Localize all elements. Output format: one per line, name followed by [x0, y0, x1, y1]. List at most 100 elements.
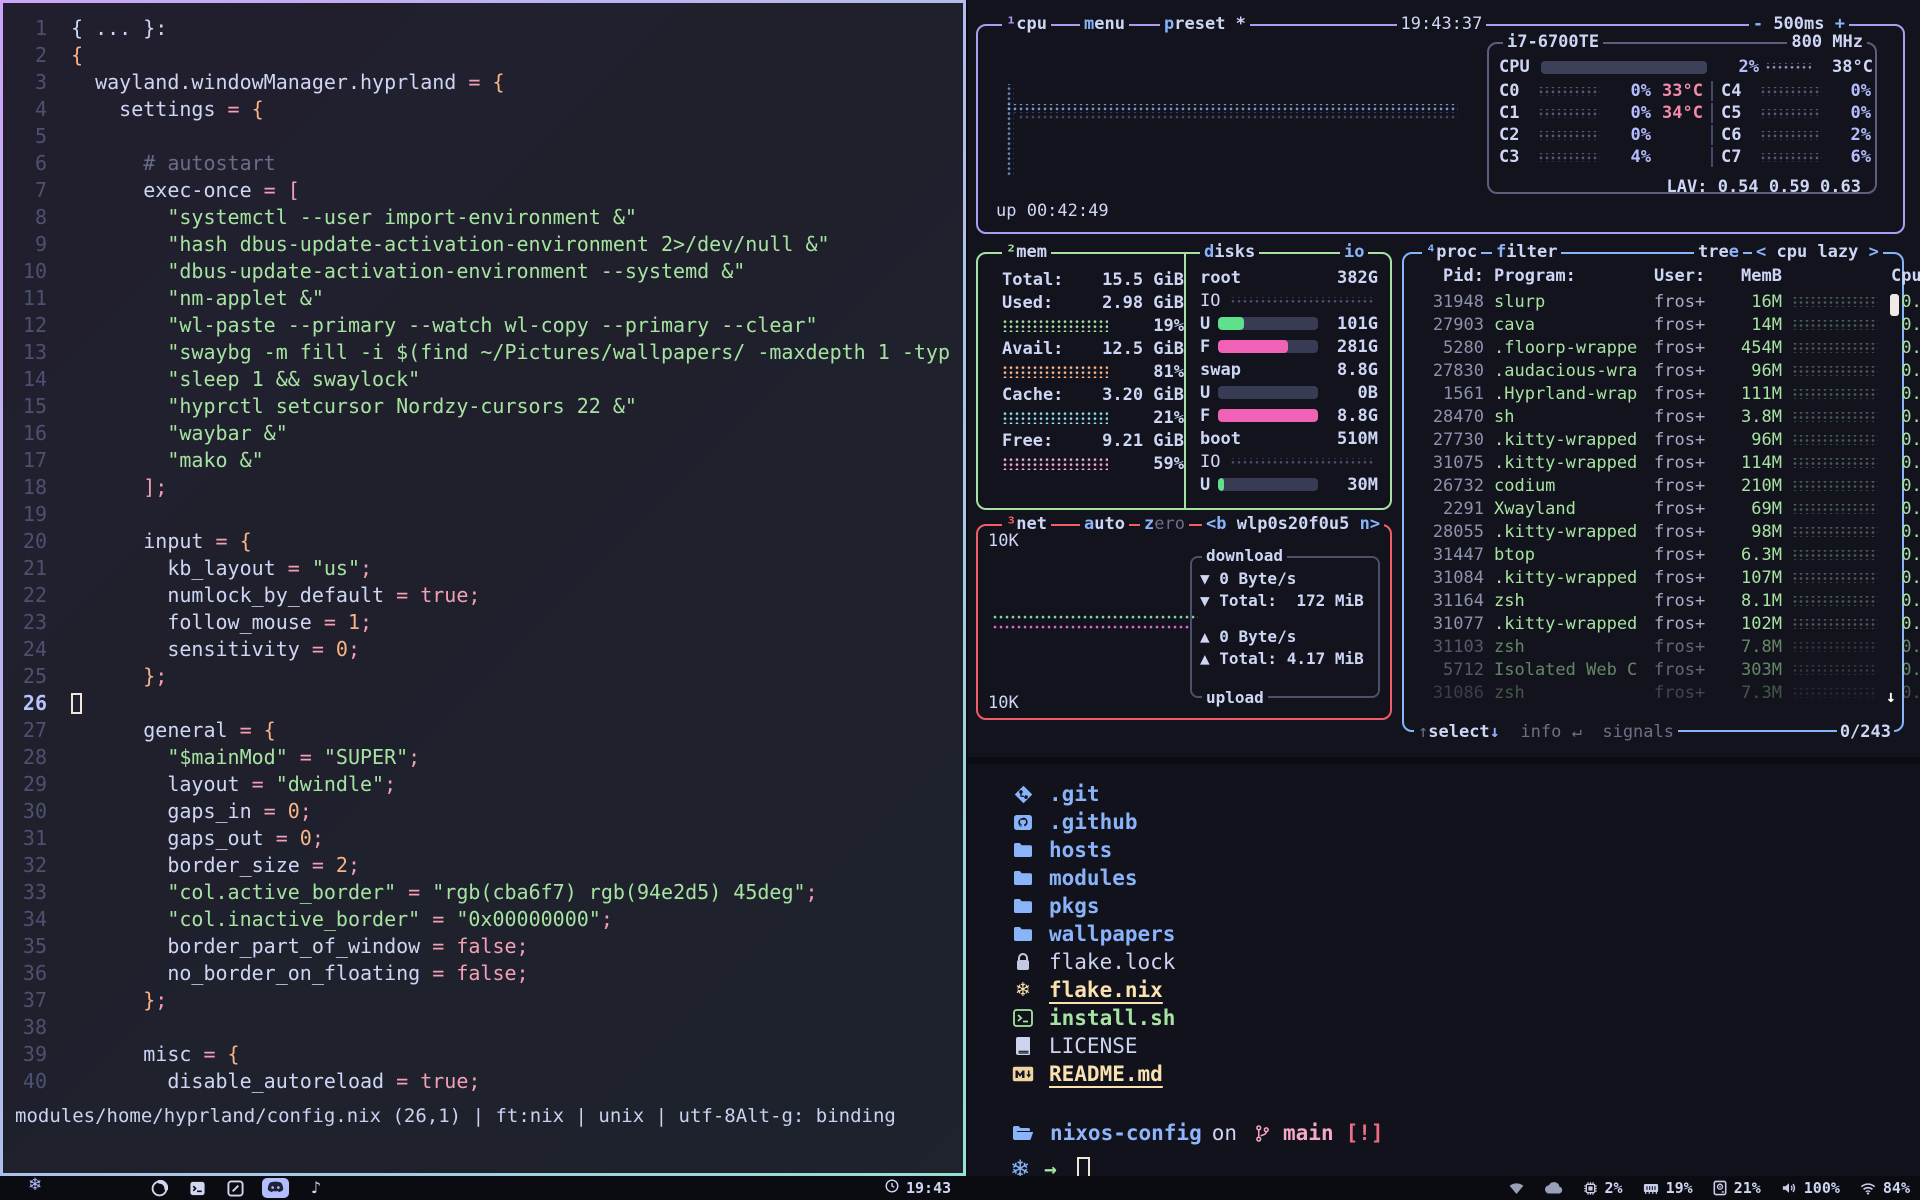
file-item[interactable]: modules	[1010, 864, 1920, 892]
code-line[interactable]: 4 settings = {	[3, 96, 963, 123]
code-line[interactable]: 16 "waybar &"	[3, 420, 963, 447]
code-line[interactable]: 13 "swaybg -m fill -i $(find ~/Pictures/…	[3, 339, 963, 366]
file-item[interactable]: install.sh	[1010, 1004, 1920, 1032]
net-auto-toggle[interactable]: auto	[1080, 513, 1129, 535]
taskbar-music-player-button[interactable]: ♪	[305, 1178, 327, 1198]
taskbar-terminal-button[interactable]	[186, 1178, 208, 1198]
code-line[interactable]: 5	[3, 123, 963, 150]
file-item[interactable]: pkgs	[1010, 892, 1920, 920]
proc-select-button[interactable]: select	[1428, 721, 1489, 743]
terminal-window[interactable]: .git .github hosts modules pkgs wallpape…	[968, 764, 1920, 1176]
process-row[interactable]: 1561.Hyprland-wrap fros+111M 0.0	[1414, 382, 1892, 405]
process-row[interactable]: 2291Xwayland fros+69M 0.0	[1414, 497, 1892, 520]
cloud-tray-icon[interactable]	[1544, 1182, 1563, 1194]
code-line[interactable]: 23 follow_mouse = 1;	[3, 609, 963, 636]
taskbar-discord-button[interactable]	[262, 1178, 289, 1198]
process-row[interactable]: 5280.floorp-wrappe fros+454M 0.0	[1414, 336, 1892, 359]
proc-sort-column[interactable]: Cpu%	[1888, 265, 1920, 287]
code-line[interactable]: 3 wayland.windowManager.hyprland = {	[3, 69, 963, 96]
proc-scroll-down-icon[interactable]: ↓	[1886, 686, 1896, 708]
process-row[interactable]: 28055.kitty-wrapped fros+98M 0.0	[1414, 520, 1892, 543]
code-line[interactable]: 36 no_border_on_floating = false;	[3, 960, 963, 987]
code-line[interactable]: 40 disable_autoreload = true;	[3, 1068, 963, 1095]
proc-info-button[interactable]: info	[1520, 721, 1561, 743]
code-line[interactable]: 17 "mako &"	[3, 447, 963, 474]
line-number: 2	[3, 42, 47, 69]
code-line[interactable]: 35 border_part_of_window = false;	[3, 933, 963, 960]
preset-button[interactable]: preset *	[1160, 13, 1250, 35]
process-row[interactable]: 27830.audacious-wra fros+96M 0.2	[1414, 359, 1892, 382]
process-row[interactable]: 31447btop fros+6.3M 0.2	[1414, 543, 1892, 566]
code-line[interactable]: 14 "sleep 1 && swaylock"	[3, 366, 963, 393]
code-line[interactable]: 26	[3, 690, 963, 717]
code-line[interactable]: 2 {	[3, 42, 963, 69]
code-line[interactable]: 24 sensitivity = 0;	[3, 636, 963, 663]
process-row[interactable]: 31164zsh fros+8.1M 0.0	[1414, 589, 1892, 612]
code-line[interactable]: 12 "wl-paste --primary --watch wl-copy -…	[3, 312, 963, 339]
code-line[interactable]: 27 general = {	[3, 717, 963, 744]
proc-sort-selector[interactable]: < cpu lazy >	[1752, 241, 1883, 263]
file-item[interactable]: .github	[1010, 808, 1920, 836]
code-line[interactable]: 21 kb_layout = "us";	[3, 555, 963, 582]
code-line[interactable]: 39 misc = {	[3, 1041, 963, 1068]
file-item[interactable]: .git	[1010, 780, 1920, 808]
nix-menu-button[interactable]: ❄	[28, 1177, 42, 1194]
code-line[interactable]: 25 };	[3, 663, 963, 690]
disks-toggle[interactable]: disks	[1200, 241, 1259, 263]
interval-decrease-button[interactable]: -	[1753, 13, 1763, 35]
process-row[interactable]: 31077.kitty-wrapped fros+102M 0.0	[1414, 612, 1892, 635]
code-line[interactable]: 8 "systemctl --user import-environment &…	[3, 204, 963, 231]
editor-pane[interactable]: 1 { ... }: 2 { 3 wayland.windowManager.h…	[3, 3, 963, 1173]
code-line[interactable]: 22 numlock_by_default = true;	[3, 582, 963, 609]
process-row[interactable]: 5712Isolated Web C fros+303M 0.0	[1414, 658, 1892, 681]
network-tray-icon[interactable]	[1509, 1183, 1524, 1194]
menu-button[interactable]: menu	[1080, 13, 1129, 35]
file-item[interactable]: LICENSE	[1010, 1032, 1920, 1060]
file-item[interactable]: hosts	[1010, 836, 1920, 864]
net-interface-selector[interactable]: <b wlp0s20f0u5 n>	[1202, 513, 1384, 535]
code-line[interactable]: 19	[3, 501, 963, 528]
taskbar-clock[interactable]: 19:43	[885, 1176, 951, 1200]
process-row[interactable]: 31086zsh fros+7.3M 0.0	[1414, 681, 1892, 704]
stat-value: 19%	[1666, 1179, 1693, 1197]
process-row[interactable]: 27730.kitty-wrapped fros+96M 0.2	[1414, 428, 1892, 451]
process-row[interactable]: 26732codium fros+210M 0.0	[1414, 474, 1892, 497]
io-mode-toggle[interactable]: io	[1340, 241, 1368, 263]
code-line[interactable]: 7 exec-once = [	[3, 177, 963, 204]
proc-filter-button[interactable]: filter	[1492, 241, 1561, 263]
code-line[interactable]: 20 input = {	[3, 528, 963, 555]
code-line[interactable]: 10 "dbus-update-activation-environment -…	[3, 258, 963, 285]
process-row[interactable]: 31075.kitty-wrapped fros+114M 0.0	[1414, 451, 1892, 474]
process-row[interactable]: 31948slurp fros+16M 0.0	[1414, 290, 1892, 313]
file-item[interactable]: ❄ flake.nix	[1010, 976, 1920, 1004]
proc-tree-toggle[interactable]: tree	[1694, 241, 1743, 263]
code-line[interactable]: 6 # autostart	[3, 150, 963, 177]
code-line[interactable]: 29 layout = "dwindle";	[3, 771, 963, 798]
code-line[interactable]: 28 "$mainMod" = "SUPER";	[3, 744, 963, 771]
proc-scrollbar[interactable]	[1890, 294, 1899, 316]
code-line[interactable]: 30 gaps_in = 0;	[3, 798, 963, 825]
process-row[interactable]: 27903cava fros+14M 0.2	[1414, 313, 1892, 336]
code-line[interactable]: 34 "col.inactive_border" = "0x00000000";	[3, 906, 963, 933]
code-line[interactable]: 15 "hyprctl setcursor Nordzy-cursors 22 …	[3, 393, 963, 420]
process-row[interactable]: 28470sh fros+3.8M 0.0	[1414, 405, 1892, 428]
code-line[interactable]: 9 "hash dbus-update-activation-environme…	[3, 231, 963, 258]
process-row[interactable]: 31084.kitty-wrapped fros+107M 0.0	[1414, 566, 1892, 589]
net-zero-toggle[interactable]: zero	[1140, 513, 1189, 535]
process-row[interactable]: 31103zsh fros+7.8M 0.0	[1414, 635, 1892, 658]
code-line[interactable]: 31 gaps_out = 0;	[3, 825, 963, 852]
code-line[interactable]: 33 "col.active_border" = "rgb(cba6f7) rg…	[3, 879, 963, 906]
taskbar-notes-button[interactable]	[224, 1178, 246, 1198]
code-line[interactable]: 38	[3, 1014, 963, 1041]
code-line[interactable]: 32 border_size = 2;	[3, 852, 963, 879]
code-line[interactable]: 1 { ... }:	[3, 15, 963, 42]
file-item[interactable]: flake.lock	[1010, 948, 1920, 976]
code-line[interactable]: 37 };	[3, 987, 963, 1014]
taskbar-firefox-button[interactable]	[148, 1178, 170, 1198]
file-item[interactable]: README.md	[1010, 1060, 1920, 1088]
code-line[interactable]: 18 ];	[3, 474, 963, 501]
wifi-icon	[1860, 1182, 1876, 1195]
code-line[interactable]: 11 "nm-applet &"	[3, 285, 963, 312]
proc-signals-button[interactable]: signals	[1602, 721, 1674, 743]
file-item[interactable]: wallpapers	[1010, 920, 1920, 948]
